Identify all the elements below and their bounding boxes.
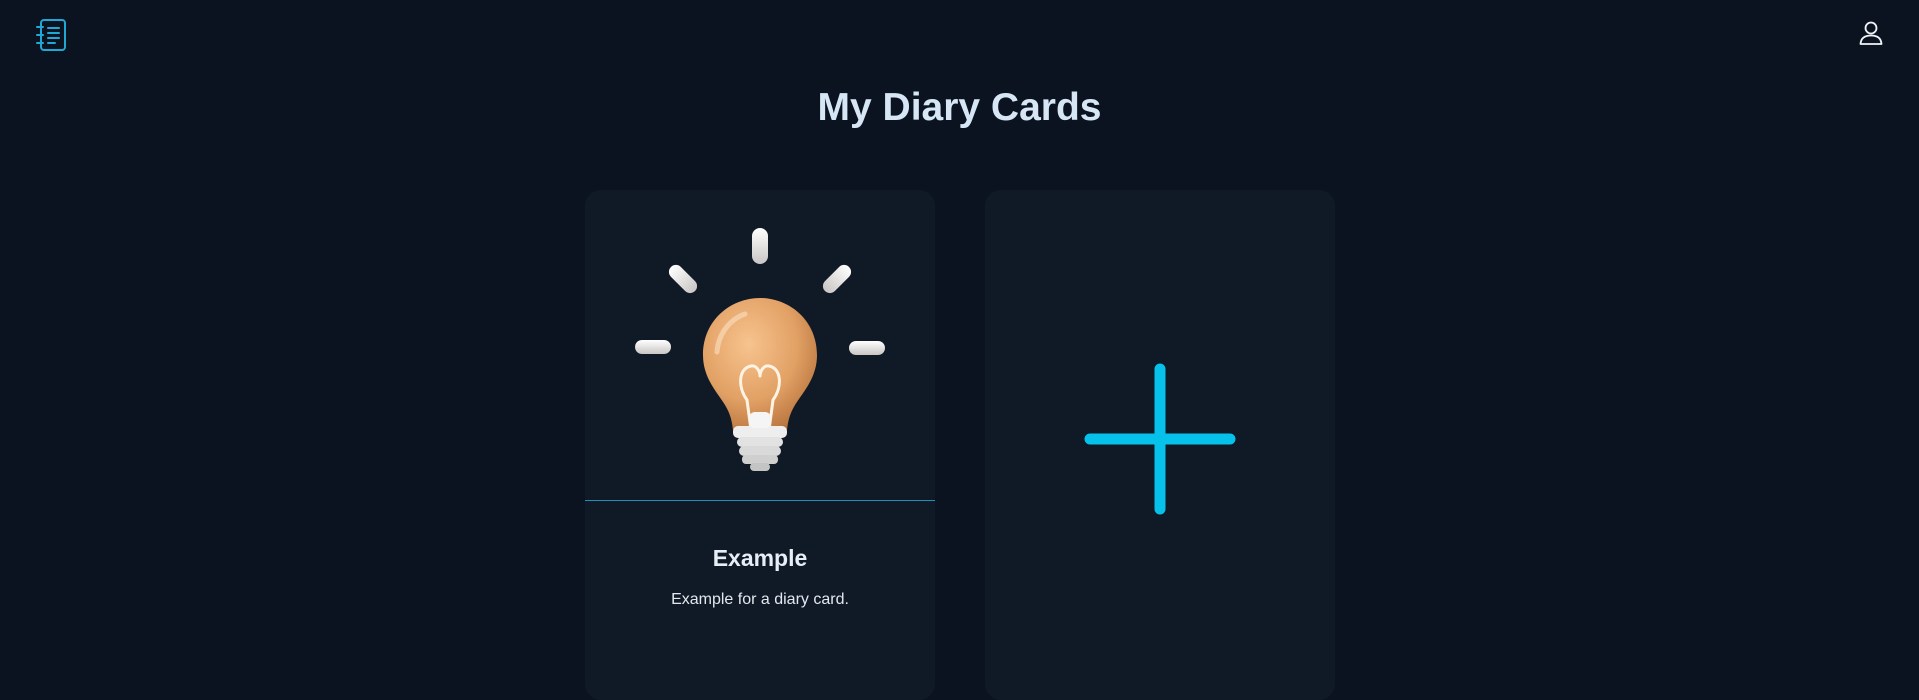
page-title: My Diary Cards (817, 86, 1102, 129)
card-title: Example (712, 545, 808, 571)
card-description: Example for a diary card. (671, 591, 849, 608)
plus-icon (1084, 363, 1236, 515)
top-bar (0, 0, 1919, 70)
diary-card[interactable]: Example Example for a diary card. (585, 190, 935, 700)
add-card-button[interactable] (985, 190, 1335, 700)
lightbulb-illustration-icon (585, 190, 935, 500)
notebook-logo-icon[interactable] (36, 18, 68, 52)
card-divider (585, 500, 935, 501)
user-profile-icon[interactable] (1858, 20, 1884, 46)
